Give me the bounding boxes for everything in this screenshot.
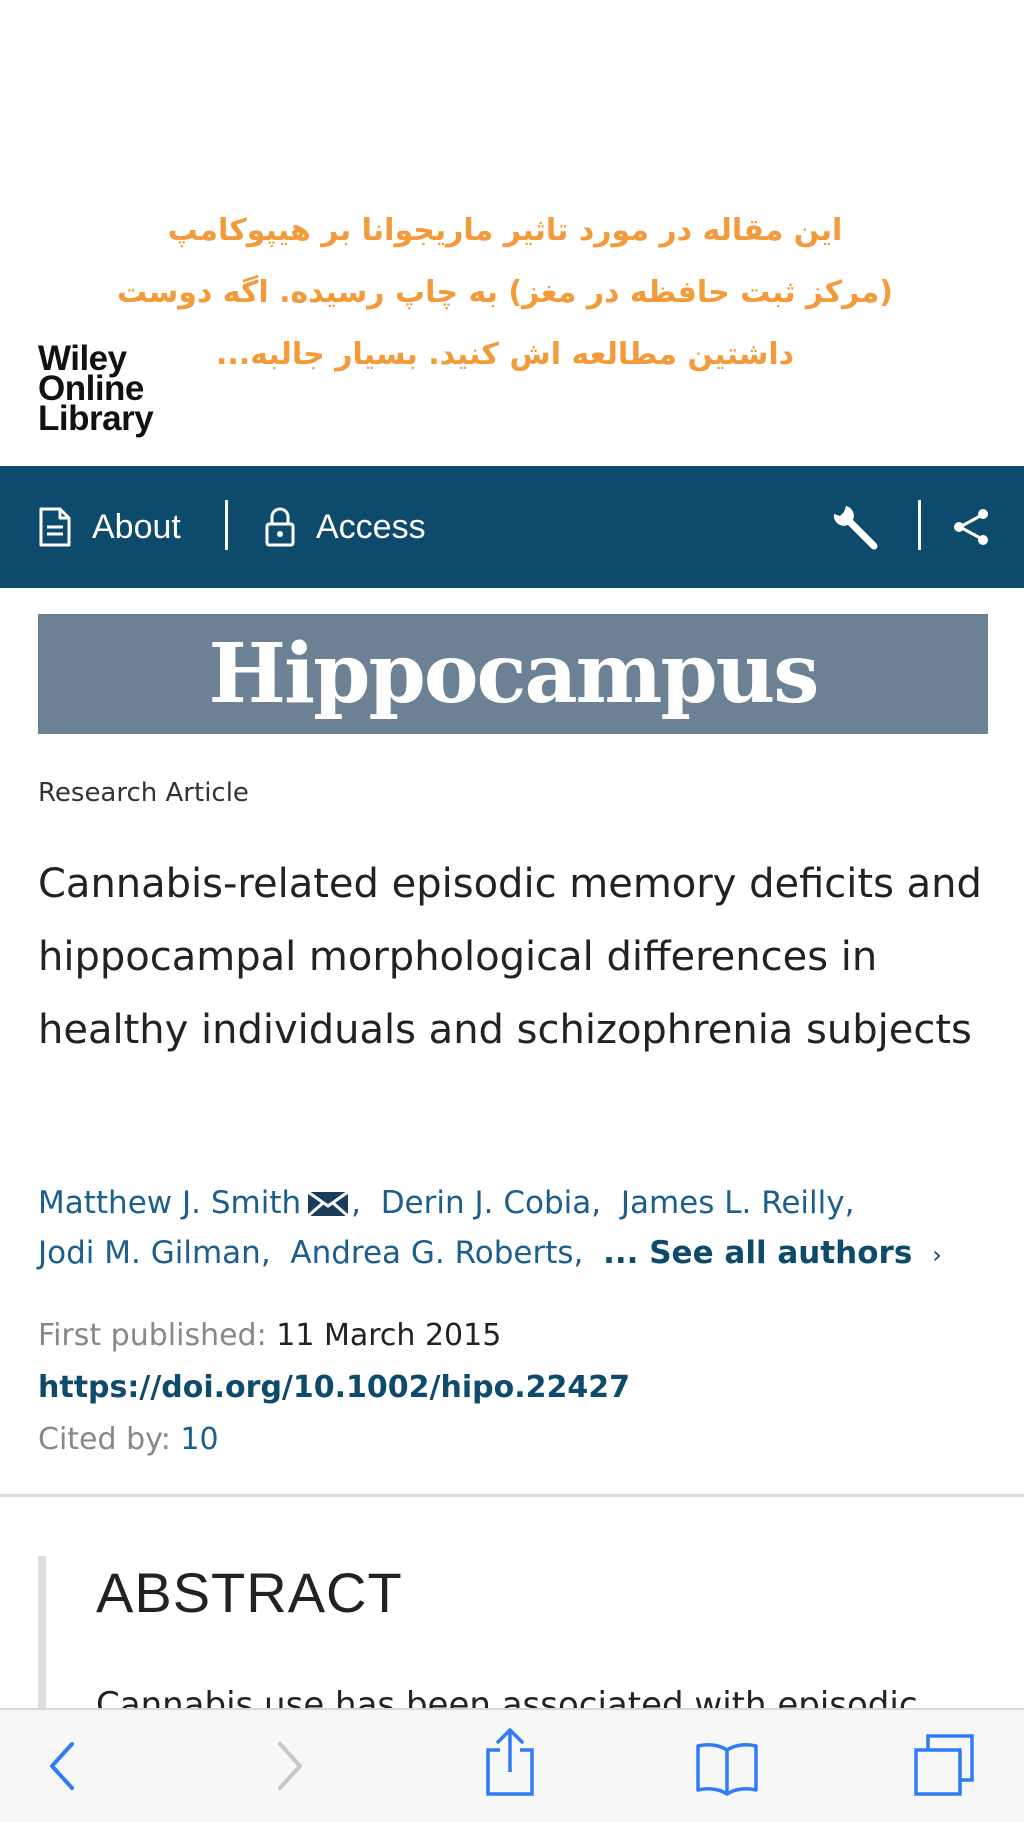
bookmarks-icon [696, 1743, 758, 1796]
article-type: Research Article [38, 778, 249, 808]
author-link[interactable]: Matthew J. Smith [38, 1185, 301, 1221]
author-link[interactable]: James L. Reilly [621, 1185, 845, 1221]
share-icon [954, 509, 988, 545]
back-icon [50, 1742, 74, 1790]
abstract-text-start: Cannabis use has been associated with ep… [96, 1685, 918, 1709]
lock-icon [265, 507, 295, 547]
nav-access-label: Access [316, 507, 426, 546]
tabs-button[interactable] [912, 1732, 978, 1802]
abstract-heading: ABSTRACT [96, 1561, 403, 1624]
logo-line: Library [38, 399, 154, 438]
forward-button[interactable] [274, 1736, 308, 1800]
first-published: First published: 11 March 2015 [38, 1310, 630, 1362]
overlay-note-line: (مرکز ثبت حافظه در مغز) به چاپ رسیده. اگ… [117, 275, 893, 310]
wrench-icon [833, 506, 878, 550]
document-icon [39, 507, 71, 547]
abstract-text: Cannabis use has been associated with ep… [96, 1683, 996, 1709]
nav-about-label: About [92, 507, 181, 546]
nav-about[interactable]: About [38, 466, 181, 588]
overlay-note: این مقاله در مورد تاثیر ماریجوانا بر هیپ… [90, 200, 920, 386]
share-sheet-button[interactable] [482, 1726, 538, 1802]
nav-divider [225, 500, 228, 550]
doi-link[interactable]: https://doi.org/10.1002/hipo.22427 [38, 1362, 630, 1414]
article-title: Cannabis-related episodic memory deficit… [38, 861, 982, 1053]
share-button[interactable] [950, 466, 1012, 588]
cited-by: Cited by: 10 [38, 1414, 630, 1466]
article-meta: First published: 11 March 2015 https://d… [38, 1310, 630, 1466]
journal-navbar: About Access [0, 466, 1024, 588]
tools-button[interactable] [830, 466, 900, 588]
bookmarks-button[interactable] [694, 1740, 760, 1800]
mail-icon[interactable] [307, 1191, 350, 1217]
journal-banner[interactable]: Hippocampus [38, 614, 988, 734]
author-link[interactable]: Derin J. Cobia [381, 1185, 592, 1221]
tabs-icon [914, 1734, 974, 1796]
first-published-value: 11 March 2015 [276, 1318, 502, 1353]
wiley-online-library-logo[interactable]: Wiley Online Library [38, 341, 154, 438]
author-link[interactable]: Jodi M. Gilman [38, 1235, 261, 1271]
nav-divider [918, 500, 921, 550]
first-published-label: First published: [38, 1318, 267, 1353]
nav-access[interactable]: Access [264, 466, 426, 588]
cited-by-count-link[interactable]: 10 [180, 1422, 218, 1457]
author-list: Matthew J. Smith, Derin J. Cobia, James … [38, 1185, 942, 1271]
section-divider [0, 1494, 1024, 1497]
cited-by-label: Cited by: [38, 1422, 171, 1457]
forward-icon [278, 1742, 302, 1790]
overlay-note-line: این مقاله در مورد تاثیر ماریجوانا بر هیپ… [167, 213, 843, 248]
back-button[interactable] [44, 1736, 78, 1800]
author-link[interactable]: Andrea G. Roberts [290, 1235, 573, 1271]
browser-toolbar [0, 1708, 1024, 1822]
overlay-note-line: داشتین مطالعه اش کنید. بسیار جالبه... [215, 337, 795, 372]
see-all-authors-link[interactable]: ... See all authors [603, 1235, 912, 1271]
chevron-right-icon[interactable]: › [932, 1241, 942, 1269]
journal-name: Hippocampus [208, 626, 820, 722]
share-icon [486, 1728, 534, 1796]
